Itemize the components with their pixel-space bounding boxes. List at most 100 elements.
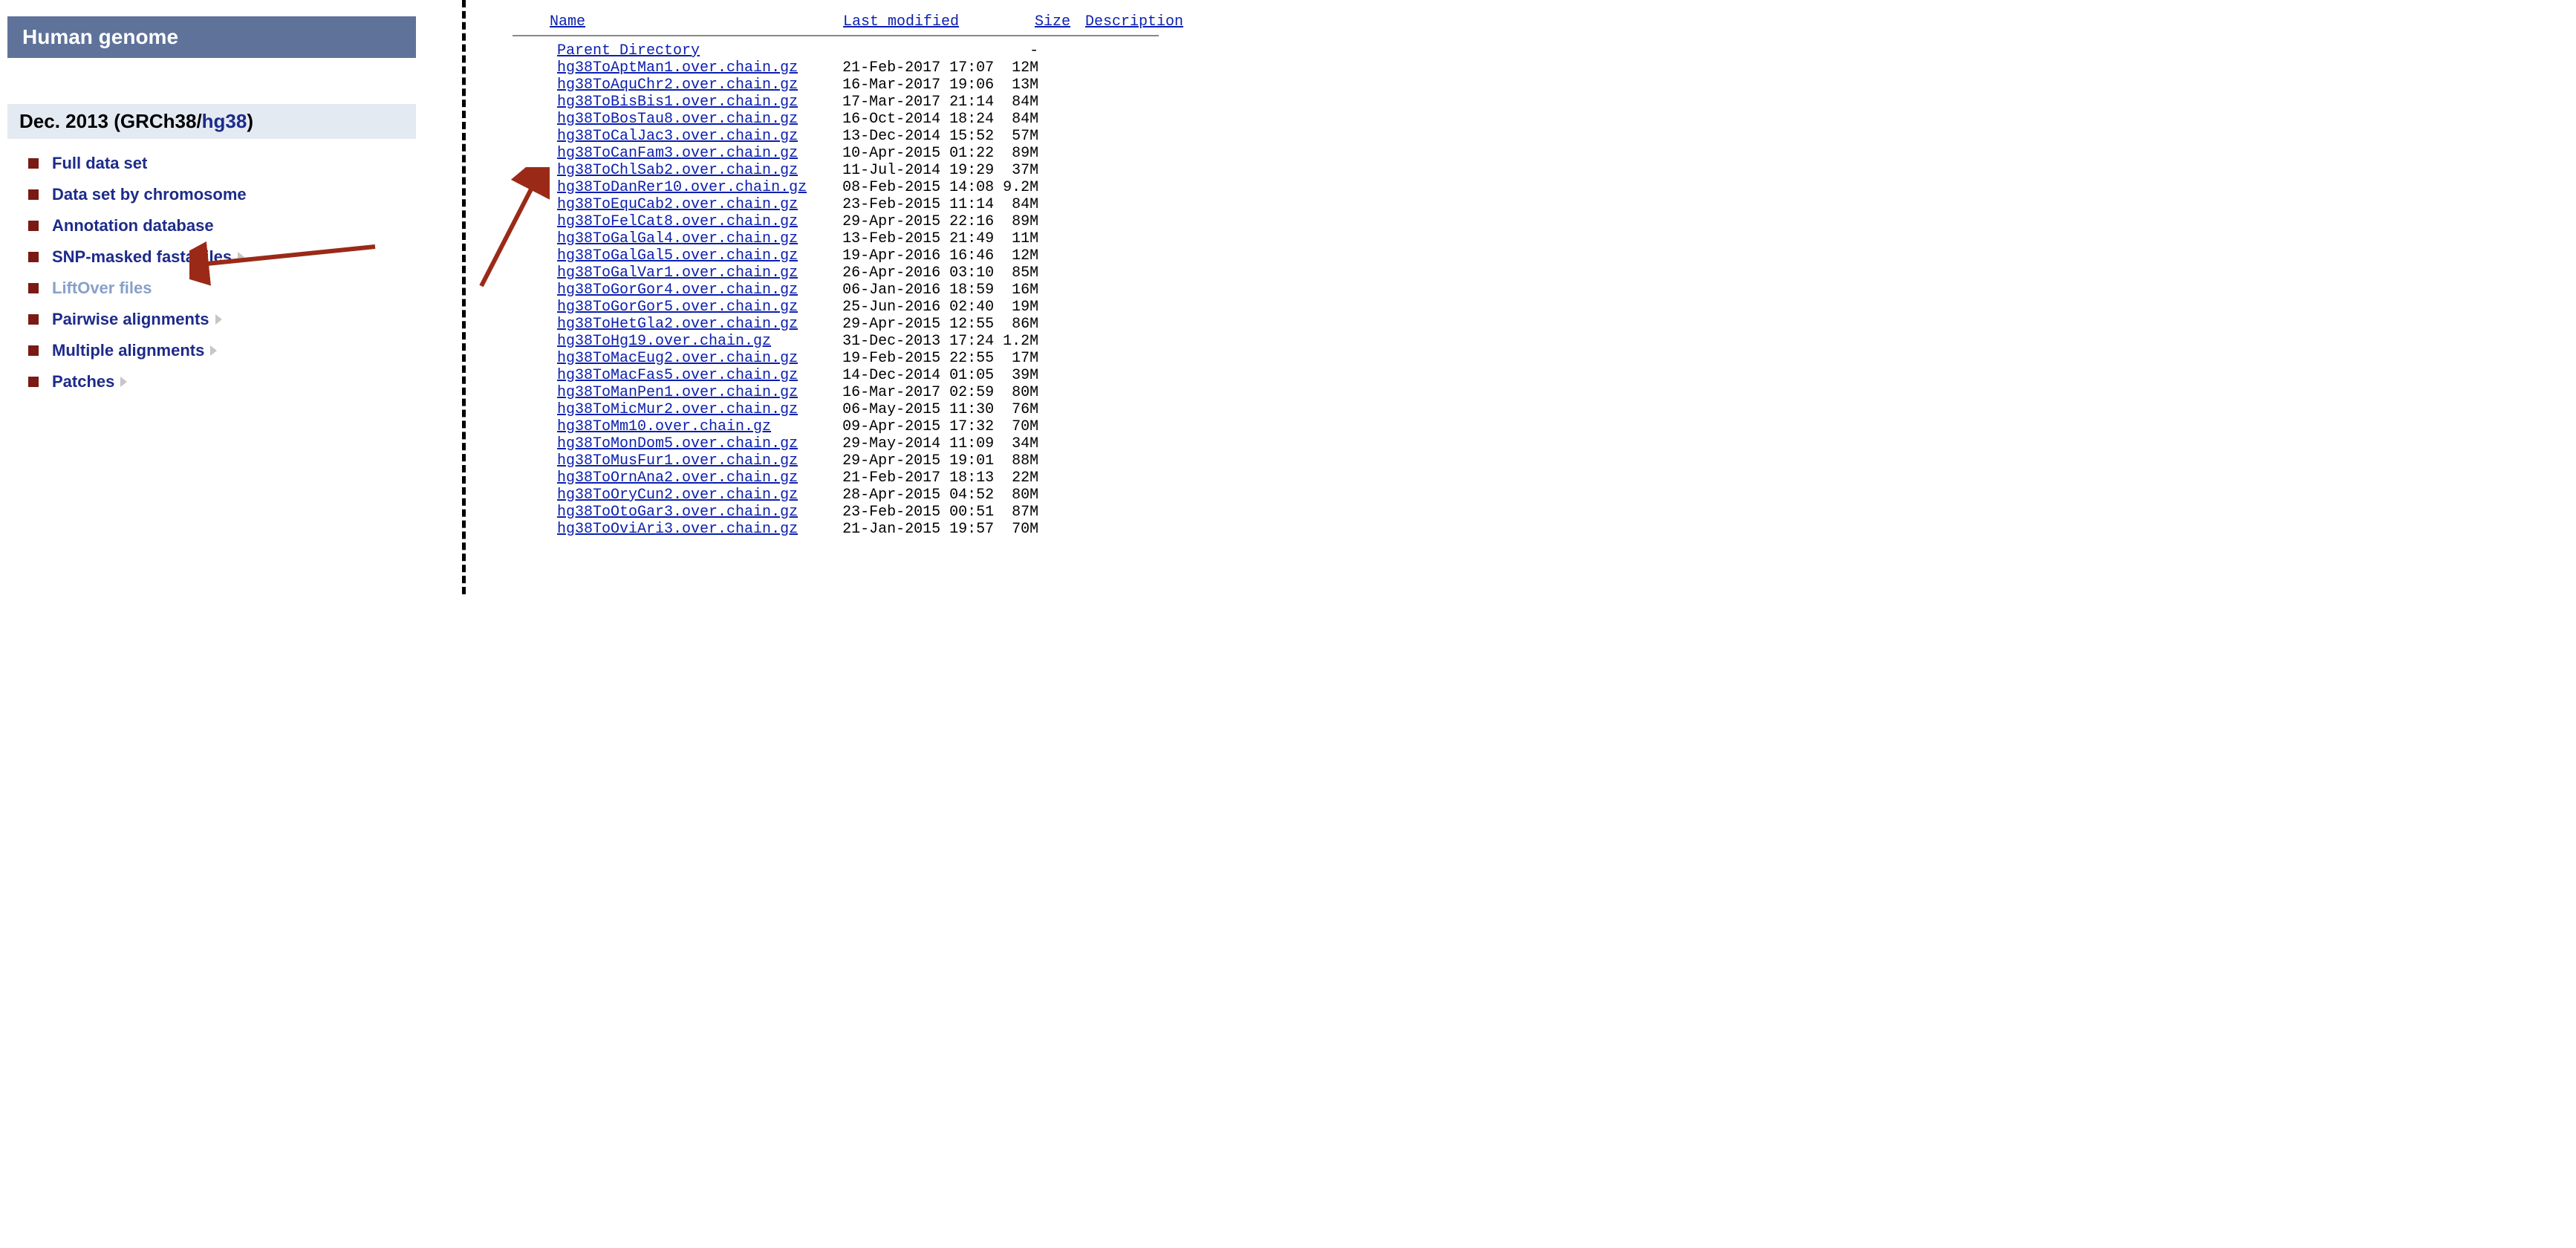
file-row: hg38ToBisBis1.over.chain.gz 17-Mar-2017 … xyxy=(513,94,1204,111)
file-link[interactable]: hg38ToOrnAna2.over.chain.gz xyxy=(557,469,798,487)
nav-item-multiple-alignments[interactable]: Multiple alignments xyxy=(28,341,416,360)
section-header: Human genome xyxy=(7,16,416,58)
bullet-icon xyxy=(28,314,39,325)
col-modified[interactable]: Last modified xyxy=(843,13,959,30)
file-link[interactable]: hg38ToCalJac3.over.chain.gz xyxy=(557,128,798,145)
file-link[interactable]: hg38ToMonDom5.over.chain.gz xyxy=(557,435,798,452)
listing-header: Name Last modified Size Description xyxy=(513,13,1204,30)
file-link[interactable]: hg38ToOviAri3.over.chain.gz xyxy=(557,521,798,538)
bullet-icon xyxy=(28,345,39,356)
nav-item-full-data-set[interactable]: Full data set xyxy=(28,154,416,173)
file-link[interactable]: hg38ToMm10.over.chain.gz xyxy=(557,418,771,435)
file-link[interactable]: hg38ToAptMan1.over.chain.gz xyxy=(557,59,798,77)
file-row: hg38ToMusFur1.over.chain.gz 29-Apr-2015 … xyxy=(513,452,1204,469)
file-link[interactable]: hg38ToGalGal5.over.chain.gz xyxy=(557,247,798,264)
file-link[interactable]: hg38ToMusFur1.over.chain.gz xyxy=(557,452,798,469)
nav-item-data-set-by-chromosome[interactable]: Data set by chromosome xyxy=(28,185,416,204)
subheader-assembly: hg38 xyxy=(202,110,247,132)
col-description[interactable]: Description xyxy=(1085,13,1183,30)
file-row: hg38ToGorGor4.over.chain.gz 06-Jan-2016 … xyxy=(513,282,1204,299)
col-name[interactable]: Name xyxy=(550,13,585,30)
nav-item-label: SNP-masked fasta files xyxy=(52,247,232,267)
vertical-divider xyxy=(462,0,466,594)
file-link[interactable]: hg38ToCanFam3.over.chain.gz xyxy=(557,145,798,162)
file-row: hg38ToMicMur2.over.chain.gz 06-May-2015 … xyxy=(513,401,1204,418)
caret-right-icon xyxy=(120,377,127,387)
nav-item-label: Patches xyxy=(52,372,114,391)
bullet-icon xyxy=(28,189,39,200)
listing-rows: Parent Directory - hg38ToAptMan1.over.ch… xyxy=(513,42,1204,538)
file-row: hg38ToEquCab2.over.chain.gz 23-Feb-2015 … xyxy=(513,196,1204,213)
parent-directory-row: Parent Directory - xyxy=(513,42,1204,59)
file-link[interactable]: hg38ToFelCat8.over.chain.gz xyxy=(557,213,798,230)
file-link[interactable]: hg38ToHetGla2.over.chain.gz xyxy=(557,316,798,333)
file-link[interactable]: hg38ToEquCab2.over.chain.gz xyxy=(557,196,798,213)
file-link[interactable]: hg38ToGorGor4.over.chain.gz xyxy=(557,282,798,299)
file-row: hg38ToGalGal5.over.chain.gz 19-Apr-2016 … xyxy=(513,247,1204,264)
file-link[interactable]: hg38ToMacEug2.over.chain.gz xyxy=(557,350,798,367)
nav-item-label: Full data set xyxy=(52,154,147,173)
nav-item-label: Data set by chromosome xyxy=(52,185,247,204)
file-row: hg38ToMacFas5.over.chain.gz 14-Dec-2014 … xyxy=(513,367,1204,384)
nav-item-snp-masked-fasta-files[interactable]: SNP-masked fasta files xyxy=(28,247,416,267)
file-link[interactable]: hg38ToAquChr2.over.chain.gz xyxy=(557,77,798,94)
nav-item-label: Pairwise alignments xyxy=(52,310,209,329)
directory-listing: Name Last modified Size Description Pare… xyxy=(513,13,1204,538)
header-rule xyxy=(513,35,1159,36)
file-link[interactable]: hg38ToOtoGar3.over.chain.gz xyxy=(557,504,798,521)
file-row: hg38ToHg19.over.chain.gz 31-Dec-2013 17:… xyxy=(513,333,1204,350)
file-row: hg38ToHetGla2.over.chain.gz 29-Apr-2015 … xyxy=(513,316,1204,333)
subheader-suffix: ) xyxy=(247,110,253,132)
caret-right-icon xyxy=(210,345,217,356)
file-link[interactable]: hg38ToBisBis1.over.chain.gz xyxy=(557,94,798,111)
file-row: hg38ToGorGor5.over.chain.gz 25-Jun-2016 … xyxy=(513,299,1204,316)
file-row: hg38ToChlSab2.over.chain.gz 11-Jul-2014 … xyxy=(513,162,1204,179)
file-row: hg38ToManPen1.over.chain.gz 16-Mar-2017 … xyxy=(513,384,1204,401)
file-link[interactable]: hg38ToOryCun2.over.chain.gz xyxy=(557,487,798,504)
file-link[interactable]: hg38ToMacFas5.over.chain.gz xyxy=(557,367,798,384)
file-row: hg38ToOrnAna2.over.chain.gz 21-Feb-2017 … xyxy=(513,469,1204,487)
file-row: hg38ToCanFam3.over.chain.gz 10-Apr-2015 … xyxy=(513,145,1204,162)
file-row: hg38ToGalVar1.over.chain.gz 26-Apr-2016 … xyxy=(513,264,1204,282)
bullet-icon xyxy=(28,377,39,387)
file-row: hg38ToFelCat8.over.chain.gz 29-Apr-2015 … xyxy=(513,213,1204,230)
nav-item-label: LiftOver files xyxy=(52,279,152,298)
file-link[interactable]: hg38ToBosTau8.over.chain.gz xyxy=(557,111,798,128)
col-size[interactable]: Size xyxy=(1035,13,1070,30)
file-row: hg38ToCalJac3.over.chain.gz 13-Dec-2014 … xyxy=(513,128,1204,145)
nav-item-label: Annotation database xyxy=(52,216,214,235)
file-link[interactable]: hg38ToHg19.over.chain.gz xyxy=(557,333,771,350)
file-link[interactable]: hg38ToGalVar1.over.chain.gz xyxy=(557,264,798,282)
bullet-icon xyxy=(28,252,39,262)
nav-item-annotation-database[interactable]: Annotation database xyxy=(28,216,416,235)
caret-right-icon xyxy=(238,252,244,262)
file-row: hg38ToDanRer10.over.chain.gz 08-Feb-2015… xyxy=(513,179,1204,196)
parent-directory-link[interactable]: Parent Directory xyxy=(557,42,700,59)
subheader-prefix: Dec. 2013 (GRCh38/ xyxy=(19,110,202,132)
nav-item-label: Multiple alignments xyxy=(52,341,204,360)
nav-item-liftover-files[interactable]: LiftOver files xyxy=(28,279,416,298)
file-link[interactable]: hg38ToGorGor5.over.chain.gz xyxy=(557,299,798,316)
file-row: hg38ToBosTau8.over.chain.gz 16-Oct-2014 … xyxy=(513,111,1204,128)
file-row: hg38ToMonDom5.over.chain.gz 29-May-2014 … xyxy=(513,435,1204,452)
file-row: hg38ToOryCun2.over.chain.gz 28-Apr-2015 … xyxy=(513,487,1204,504)
bullet-icon xyxy=(28,221,39,231)
left-panel: Human genome Dec. 2013 (GRCh38/hg38) Ful… xyxy=(7,16,416,403)
file-link[interactable]: hg38ToGalGal4.over.chain.gz xyxy=(557,230,798,247)
caret-right-icon xyxy=(215,314,222,325)
file-link[interactable]: hg38ToManPen1.over.chain.gz xyxy=(557,384,798,401)
file-row: hg38ToMacEug2.over.chain.gz 19-Feb-2015 … xyxy=(513,350,1204,367)
assembly-subheader: Dec. 2013 (GRCh38/hg38) xyxy=(7,104,416,139)
file-row: hg38ToMm10.over.chain.gz 09-Apr-2015 17:… xyxy=(513,418,1204,435)
file-row: hg38ToGalGal4.over.chain.gz 13-Feb-2015 … xyxy=(513,230,1204,247)
file-link[interactable]: hg38ToMicMur2.over.chain.gz xyxy=(557,401,798,418)
bullet-icon xyxy=(28,158,39,169)
nav-list: Full data set Data set by chromosome Annot… xyxy=(28,154,416,391)
file-link[interactable]: hg38ToDanRer10.over.chain.gz xyxy=(557,179,807,196)
nav-item-patches[interactable]: Patches xyxy=(28,372,416,391)
file-row: hg38ToAquChr2.over.chain.gz 16-Mar-2017 … xyxy=(513,77,1204,94)
nav-item-pairwise-alignments[interactable]: Pairwise alignments xyxy=(28,310,416,329)
file-link[interactable]: hg38ToChlSab2.over.chain.gz xyxy=(557,162,798,179)
file-row: hg38ToAptMan1.over.chain.gz 21-Feb-2017 … xyxy=(513,59,1204,77)
file-row: hg38ToOviAri3.over.chain.gz 21-Jan-2015 … xyxy=(513,521,1204,538)
